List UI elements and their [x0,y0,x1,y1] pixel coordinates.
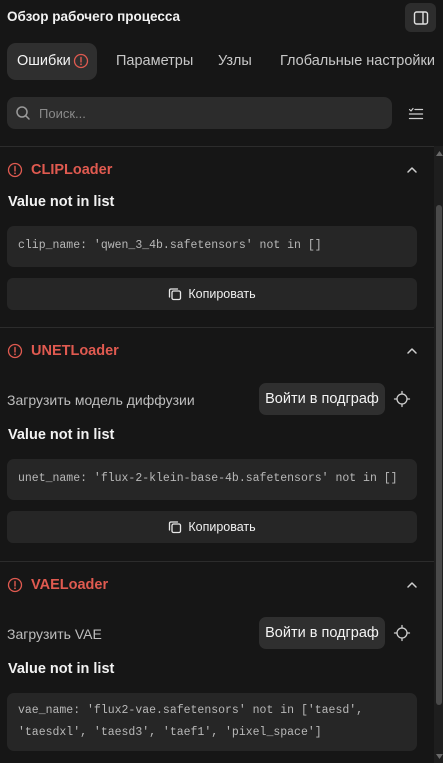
copy-button[interactable]: Копировать [7,278,417,310]
list-sort-icon [408,107,424,120]
chevron-up-icon[interactable] [405,163,419,177]
error-message-line: unet_name: 'flux-2-klein-base-4b.safeten… [18,472,398,485]
scrollbar-thumb[interactable] [436,205,442,705]
scroll-down-arrow[interactable] [435,751,443,761]
copy-label: Копировать [188,287,256,301]
error-title: Value not in list [8,194,115,210]
search-box [7,97,392,129]
error-message: unet_name: 'flux-2-klein-base-4b.safeten… [7,459,417,500]
error-title: Value not in list [8,427,115,443]
error-message-line: 'taesdxl', 'taesd3', 'taef1', 'pixel_spa… [18,726,322,739]
error-title: Value not in list [8,661,115,677]
search-icon [16,106,30,120]
section-header[interactable]: CLIPLoader [0,147,434,191]
locate-node-icon[interactable] [393,624,411,642]
panel-header: Обзор рабочего процесса [0,0,443,36]
error-message: vae_name: 'flux2-vae.safetensors' not in… [7,693,417,751]
node-name: UNETLoader [31,343,119,359]
section-header[interactable]: VAELoader [0,562,434,606]
error-section-unetloader: UNETLoader Загрузить модель диффузии Вой… [0,327,434,561]
tab-nodes[interactable]: Узлы [218,43,252,80]
error-circle-icon [7,577,23,593]
tab-errors-label: Ошибки [17,53,71,69]
copy-icon [169,288,182,301]
tab-global-settings[interactable]: Глобальные настройки [280,43,435,80]
node-name: CLIPLoader [31,162,113,178]
search-input[interactable] [39,97,379,129]
node-name: VAELoader [31,577,109,593]
error-section-vaeloader: VAELoader Загрузить VAE Войти в подграф … [0,561,434,763]
node-label: Загрузить VAE [7,626,102,642]
copy-button[interactable]: Копировать [7,511,417,543]
locate-node-icon[interactable] [393,390,411,408]
section-header[interactable]: UNETLoader [0,328,434,372]
error-message: clip_name: 'qwen_3_4b.safetensors' not i… [7,226,417,267]
error-section-cliploader: CLIPLoader Value not in list clip_name: … [0,146,434,327]
sort-list-button[interactable] [404,102,428,126]
triangle-down-icon [435,753,443,759]
enter-subgraph-button[interactable]: Войти в подграф [259,383,385,415]
node-label: Загрузить модель диффузии [7,392,195,408]
error-circle-icon [7,343,23,359]
enter-subgraph-button[interactable]: Войти в подграф [259,617,385,649]
tab-bar: Ошибки Параметры Узлы Глобальные настрой… [0,43,443,83]
tab-errors[interactable]: Ошибки [7,43,97,80]
page-title: Обзор рабочего процесса [7,9,181,24]
copy-icon [169,521,182,534]
chevron-up-icon[interactable] [405,344,419,358]
error-message-line: vae_name: 'flux2-vae.safetensors' not in… [18,704,364,717]
tab-parameters[interactable]: Параметры [116,43,193,80]
toggle-panel-button[interactable] [405,3,436,32]
triangle-up-icon [435,150,443,156]
scroll-up-arrow[interactable] [435,148,443,158]
copy-label: Копировать [188,520,256,534]
sidebar-panel-icon [413,10,428,25]
errors-list[interactable]: CLIPLoader Value not in list clip_name: … [0,146,434,763]
error-circle-icon [73,53,89,69]
error-circle-icon [7,162,23,178]
chevron-up-icon[interactable] [405,578,419,592]
error-message-line: clip_name: 'qwen_3_4b.safetensors' not i… [18,239,322,252]
